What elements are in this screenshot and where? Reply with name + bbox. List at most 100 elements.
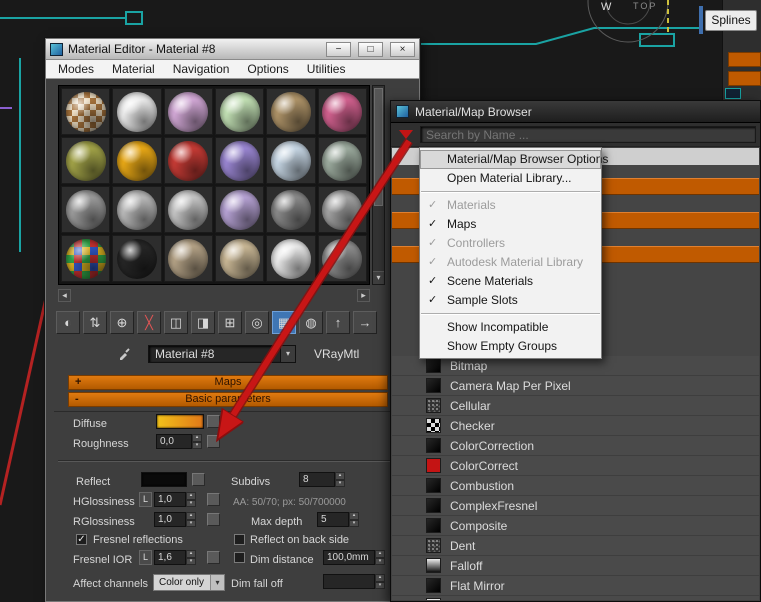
sample-slot-17[interactable] bbox=[266, 186, 316, 233]
map-item-cellular[interactable]: Cellular bbox=[392, 396, 759, 416]
sample-slot-16[interactable] bbox=[214, 186, 265, 233]
rollout-maps[interactable]: + Maps bbox=[68, 375, 388, 390]
subdivs-spinner[interactable]: 8 bbox=[299, 472, 345, 487]
rglossiness-map-button[interactable] bbox=[207, 513, 220, 526]
menu-options[interactable]: Options bbox=[247, 62, 288, 76]
sample-slot-19[interactable] bbox=[61, 235, 111, 282]
show-map-in-viewport-button[interactable]: ▦ bbox=[272, 311, 296, 334]
sample-slot-23[interactable] bbox=[266, 235, 316, 282]
browser-options-dropdown-icon[interactable] bbox=[399, 130, 413, 139]
affect-channels-dropdown[interactable]: Color only ▾ bbox=[153, 574, 225, 591]
material-editor-titlebar[interactable]: Material Editor - Material #8 − □ × bbox=[46, 39, 419, 60]
reflect-back-side-checkbox[interactable] bbox=[234, 534, 245, 545]
make-unique-button[interactable]: ◨ bbox=[191, 311, 215, 334]
assign-material-to-selection-button[interactable]: ⊕ bbox=[110, 311, 134, 334]
map-item-camera-map-per-pixel[interactable]: Camera Map Per Pixel bbox=[392, 376, 759, 396]
map-item-dent[interactable]: Dent bbox=[392, 536, 759, 556]
roughness-map-button[interactable] bbox=[207, 435, 220, 448]
fresnel-ior-spinner[interactable]: 1,6 bbox=[154, 550, 196, 565]
sample-slot-21[interactable] bbox=[163, 235, 213, 282]
scrollbar-thumb[interactable] bbox=[374, 88, 383, 206]
hglossiness-spinner[interactable]: 1,0 bbox=[154, 492, 196, 507]
spinner-arrows[interactable] bbox=[335, 472, 345, 487]
sample-slot-12[interactable] bbox=[317, 137, 367, 184]
minimize-button[interactable]: − bbox=[326, 41, 351, 57]
slot-scroll-left-arrow[interactable]: ◂ bbox=[58, 289, 71, 302]
sample-slot-7[interactable] bbox=[61, 137, 111, 184]
make-material-copy-button[interactable]: ◫ bbox=[164, 311, 188, 334]
map-item-gradient[interactable]: Gradient bbox=[392, 596, 759, 600]
menu-item-maps[interactable]: Maps bbox=[420, 215, 601, 234]
map-item-flat-mirror[interactable]: Flat Mirror bbox=[392, 576, 759, 596]
map-item-colorcorrect[interactable]: ColorCorrect bbox=[392, 456, 759, 476]
reflect-map-button[interactable] bbox=[192, 473, 205, 486]
diffuse-color-swatch[interactable] bbox=[156, 414, 204, 429]
sample-slot-13[interactable] bbox=[61, 186, 111, 233]
map-item-composite[interactable]: Composite bbox=[392, 516, 759, 536]
put-to-library-button[interactable]: ⊞ bbox=[218, 311, 242, 334]
sample-slot-15[interactable] bbox=[163, 186, 213, 233]
put-material-to-scene-button[interactable]: ⇅ bbox=[83, 311, 107, 334]
menu-item-scene-materials[interactable]: Scene Materials bbox=[420, 272, 601, 291]
sample-slot-2[interactable] bbox=[112, 88, 162, 135]
sample-slot-3[interactable] bbox=[163, 88, 213, 135]
sample-slot-20[interactable] bbox=[112, 235, 162, 282]
spinner-arrows[interactable] bbox=[375, 550, 385, 565]
sample-slot-22[interactable] bbox=[214, 235, 265, 282]
rollout-basic-parameters[interactable]: - Basic parameters bbox=[68, 392, 388, 407]
material-id-channel-button[interactable]: ◎ bbox=[245, 311, 269, 334]
pick-material-eyedropper-icon[interactable] bbox=[116, 346, 134, 362]
close-button[interactable]: × bbox=[390, 41, 415, 57]
menu-item-show-incompatible[interactable]: Show Incompatible bbox=[420, 318, 601, 337]
search-input[interactable] bbox=[420, 126, 756, 143]
dim-distance-spinner[interactable]: 100,0mm bbox=[323, 550, 385, 565]
get-material-button[interactable]: ◐ bbox=[56, 311, 80, 334]
spinner-arrows[interactable] bbox=[375, 574, 385, 589]
slot-scroll-right-arrow[interactable]: ▸ bbox=[357, 289, 370, 302]
menu-item-sample-slots[interactable]: Sample Slots bbox=[420, 291, 601, 310]
map-item-colorcorrection[interactable]: ColorCorrection bbox=[392, 436, 759, 456]
go-to-parent-button[interactable]: ↑ bbox=[326, 311, 350, 334]
menu-item-material-map-browser-options[interactable]: Material/Map Browser Options bbox=[420, 150, 608, 169]
sample-slot-9[interactable] bbox=[163, 137, 213, 184]
menu-navigation[interactable]: Navigation bbox=[173, 62, 230, 76]
sample-slot-6[interactable] bbox=[317, 88, 367, 135]
menu-item-open-material-library[interactable]: Open Material Library... bbox=[420, 169, 601, 188]
sample-slot-11[interactable] bbox=[266, 137, 316, 184]
spinner-arrows[interactable] bbox=[186, 492, 196, 507]
map-item-bitmap[interactable]: Bitmap bbox=[392, 356, 759, 376]
map-item-combustion[interactable]: Combustion bbox=[392, 476, 759, 496]
dim-falloff-spinner[interactable] bbox=[323, 574, 385, 589]
go-forward-to-sibling-button[interactable]: → bbox=[353, 311, 377, 334]
map-item-complexfresnel[interactable]: ComplexFresnel bbox=[392, 496, 759, 516]
menu-item-materials[interactable]: Materials bbox=[420, 196, 601, 215]
map-item-falloff[interactable]: Falloff bbox=[392, 556, 759, 576]
spinner-arrows[interactable] bbox=[349, 512, 359, 527]
dim-distance-checkbox[interactable] bbox=[234, 552, 245, 563]
sample-slot-8[interactable] bbox=[112, 137, 162, 184]
menu-item-show-empty-groups[interactable]: Show Empty Groups bbox=[420, 337, 601, 356]
menu-modes[interactable]: Modes bbox=[58, 62, 94, 76]
map-item-checker[interactable]: Checker bbox=[392, 416, 759, 436]
reset-map-button[interactable]: ╳ bbox=[137, 311, 161, 334]
spinner-arrows[interactable] bbox=[186, 550, 196, 565]
scroll-down-arrow-icon[interactable]: ▾ bbox=[373, 271, 384, 284]
fresnel-ior-map-button[interactable] bbox=[207, 551, 220, 564]
rglossiness-spinner[interactable]: 1,0 bbox=[154, 512, 196, 527]
sample-slot-10[interactable] bbox=[214, 137, 265, 184]
spinner-arrows[interactable] bbox=[186, 512, 196, 527]
diffuse-map-button[interactable] bbox=[207, 415, 220, 428]
map-browser-titlebar[interactable]: Material/Map Browser bbox=[391, 101, 760, 123]
sample-slot-14[interactable] bbox=[112, 186, 162, 233]
show-end-result-button[interactable]: ◍ bbox=[299, 311, 323, 334]
sample-slot-5[interactable] bbox=[266, 88, 316, 135]
splines-button[interactable]: Splines bbox=[705, 10, 757, 31]
sample-slot-1[interactable] bbox=[61, 88, 111, 135]
menu-item-controllers[interactable]: Controllers bbox=[420, 234, 601, 253]
menu-material[interactable]: Material bbox=[112, 62, 155, 76]
menu-item-autodesk-material-library[interactable]: Autodesk Material Library bbox=[420, 253, 601, 272]
maximize-button[interactable]: □ bbox=[358, 41, 383, 57]
spinner-arrows[interactable] bbox=[192, 434, 202, 449]
fresnel-reflections-checkbox[interactable] bbox=[76, 534, 87, 545]
slot-scrollbar-vertical[interactable]: ▾ bbox=[372, 85, 385, 285]
